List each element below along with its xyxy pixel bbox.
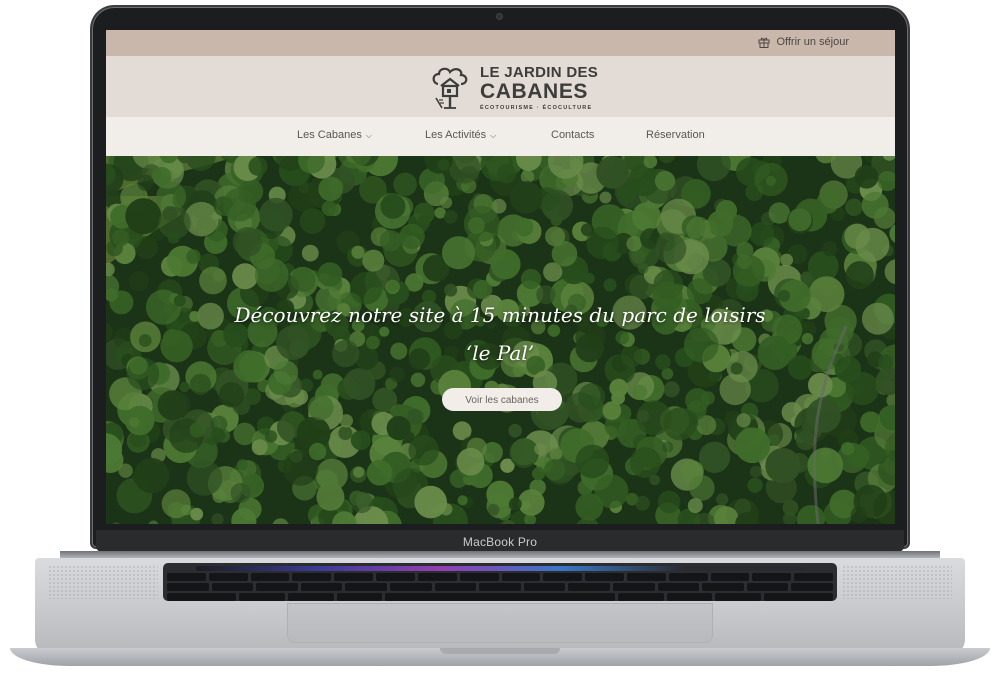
webcam-icon (497, 14, 502, 19)
trackpad (287, 603, 713, 643)
nav-item-label: Contacts (551, 129, 595, 141)
lid-opening-notch (440, 648, 560, 654)
speaker-grille-left (48, 565, 158, 599)
logo-line1: LE JARDIN DES (480, 64, 599, 81)
top-utility-bar: Offrir un séjour (106, 30, 895, 56)
gift-icon (758, 37, 770, 48)
gift-stay-link[interactable]: Offrir un séjour (758, 36, 849, 48)
speaker-grille-right (842, 565, 952, 599)
nav-item-label: Les Cabanes (297, 129, 362, 141)
hero-title-line2: ‘le Pal’ (465, 341, 535, 365)
nav-item-label: Les Activités (425, 129, 487, 141)
see-cabins-button[interactable]: Voir les cabanes (442, 388, 562, 411)
chevron-down-icon: ⌵ (490, 131, 497, 140)
site-header: LE JARDIN DES CABANES ÉCOTOURISME · ÉCOC… (106, 56, 895, 117)
touch-bar (196, 566, 806, 571)
logo-wordmark: LE JARDIN DES CABANES ÉCOTOURISME · ÉCOC… (480, 65, 598, 112)
device-model-label: MacBook Pro (462, 535, 538, 549)
hero-banner: Découvrez notre site à 15 minutes du par… (106, 156, 895, 524)
nav-item-les-cabanes[interactable]: Les Cabanes ⌵ (297, 129, 372, 141)
hero-title: Découvrez notre site à 15 minutes du par… (200, 296, 800, 372)
hero-title-line1: Découvrez notre site à 15 minutes du par… (234, 303, 766, 327)
nav-item-les-activites[interactable]: Les Activités ⌵ (425, 129, 496, 141)
laptop-screen: Offrir un séjour LE JARDIN DES CABANES É… (106, 30, 895, 524)
nav-item-reservation[interactable]: Réservation (646, 129, 705, 141)
chevron-down-icon: ⌵ (365, 131, 372, 140)
nav-item-contacts[interactable]: Contacts (551, 129, 594, 141)
logo-line2: CABANES (480, 80, 589, 103)
logo-tagline: ÉCOTOURISME · ÉCOCULTURE (480, 105, 593, 111)
treehouse-logo-icon (432, 68, 468, 110)
gift-link-label: Offrir un séjour (776, 36, 849, 48)
main-navigation: Les Cabanes ⌵ Les Activités ⌵ Contacts R… (106, 117, 895, 156)
nav-item-label: Réservation (646, 129, 705, 141)
site-logo[interactable]: LE JARDIN DES CABANES ÉCOTOURISME · ÉCOC… (428, 65, 598, 112)
